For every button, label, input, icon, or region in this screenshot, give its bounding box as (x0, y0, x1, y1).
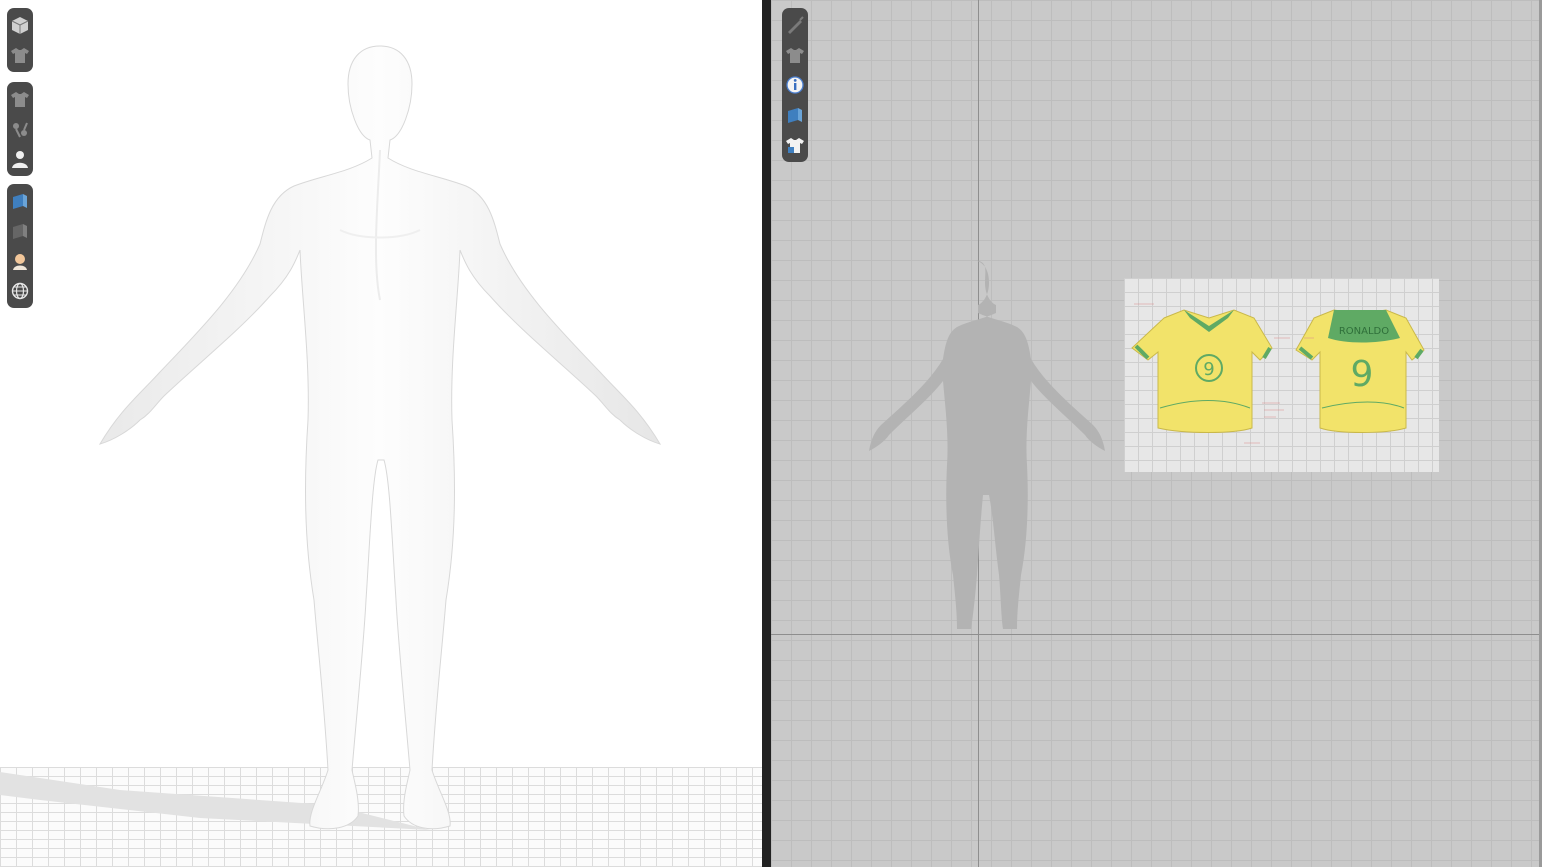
render-toolbar (7, 184, 33, 308)
environment-globe-icon (11, 282, 29, 300)
front-number: 9 (1203, 359, 1214, 380)
garment-button[interactable] (7, 87, 33, 111)
back-name: RONALDO (1339, 326, 1389, 337)
pattern-garment-icon (786, 138, 804, 153)
avatar-toolbar (7, 82, 33, 176)
shadow-button[interactable] (7, 219, 33, 243)
display-toolbar (7, 8, 33, 72)
avatar-3d[interactable] (0, 0, 762, 867)
viewport-divider[interactable] (762, 0, 771, 867)
texture-icon (788, 108, 802, 123)
display-mode-icon (11, 17, 29, 34)
back-number: 9 (1351, 354, 1374, 395)
skin-icon (13, 254, 27, 270)
pen-tool-icon (788, 16, 804, 34)
jersey-sketches: 9 RONALDO 9 (1131, 303, 1425, 444)
garment-icon (11, 92, 29, 107)
pattern-garment-button[interactable] (782, 133, 808, 157)
garment-button-2d[interactable] (782, 43, 808, 67)
front-jersey: 9 (1131, 309, 1273, 433)
environment-button[interactable] (7, 279, 33, 303)
texture-icon (13, 194, 27, 209)
info-icon (786, 76, 804, 94)
reference-image-jerseys[interactable]: 9 RONALDO 9 (1124, 278, 1439, 472)
texture-button[interactable] (7, 189, 33, 213)
avatar-shadow (0, 772, 430, 830)
back-jersey: RONALDO 9 (1295, 309, 1425, 433)
avatar-silhouette (869, 260, 1105, 629)
avatar-button[interactable] (7, 147, 33, 171)
pattern-toolbar (782, 8, 808, 162)
avatar-icon (12, 151, 28, 168)
info-button[interactable] (782, 73, 808, 97)
pins-icon (13, 122, 28, 138)
2d-pattern-window[interactable]: 9 RONALDO 9 (771, 0, 1542, 867)
skin-button[interactable] (7, 249, 33, 273)
pins-button[interactable] (7, 117, 33, 141)
garment-icon (786, 48, 804, 63)
garment-display-icon (11, 48, 29, 63)
display-mode-button[interactable] (7, 13, 33, 37)
3d-viewport[interactable] (0, 0, 762, 867)
garment-display-button[interactable] (7, 43, 33, 67)
shadow-icon (13, 224, 27, 239)
pen-tool-button[interactable] (782, 13, 808, 37)
texture-button-2d[interactable] (782, 103, 808, 127)
